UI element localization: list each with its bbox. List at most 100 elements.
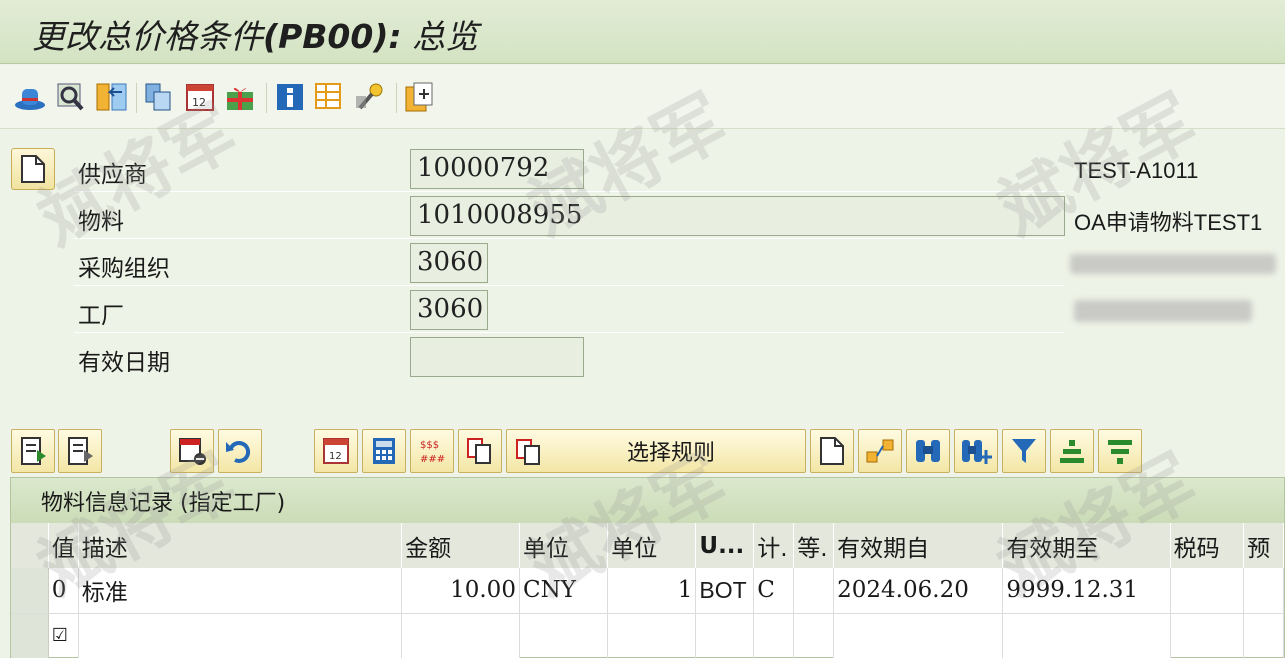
cell-description[interactable] [78,613,403,658]
select-rule-label: 选择规则 [626,441,715,466]
calendar-icon[interactable]: 12 [184,81,216,113]
cell-valid-to[interactable]: 9999.12.31 [1002,568,1171,614]
filter-button[interactable] [1002,429,1046,473]
column-header[interactable]: 金额 [401,523,520,568]
table-icon[interactable] [314,81,346,113]
svg-text:$$$: $$$ [420,440,439,451]
page-title-main: 更改总价格条件 [32,17,263,56]
column-header[interactable]: 单位 [519,523,609,568]
price-scale-icon: $$$ ### [420,440,445,465]
hat-icon[interactable] [14,81,46,113]
svg-text:12: 12 [329,451,342,462]
hierarchy-button[interactable] [858,429,902,473]
new-document-icon [820,437,844,465]
column-header[interactable]: 计. [753,523,795,568]
cell-scale[interactable] [793,568,835,614]
cell-currency[interactable]: CNY [519,568,609,614]
select-rule-button[interactable]: 选择规则 [506,429,806,473]
material-description: OA申请物料TEST1 [1074,210,1263,235]
info-icon[interactable] [274,81,306,113]
cell-scale[interactable] [793,613,835,658]
table-header-row: 值 描述 金额 单位 单位 U... 计. 等. 有效期自 有效期至 税码 预 [11,523,1284,568]
calculator-button[interactable] [362,429,406,473]
calendar-icon: 12 [323,438,349,464]
page-title-suffix: 总览 [412,17,479,56]
sort-desc-button[interactable] [1098,429,1142,473]
cell-uom[interactable]: BOT [695,568,755,614]
field-label-plant: 工厂 [74,289,1064,333]
cell-amount[interactable] [401,613,520,658]
cell-valid-from[interactable]: 2024.06.20 [833,568,1004,614]
grid-panel: 物料信息记录 (指定工厂) 值 描述 金额 单位 单位 U... 计. 等. 有… [10,477,1285,658]
grid-title: 物料信息记录 (指定工厂) [11,478,1284,523]
page-title: 更改总价格条件(PB00): 总览 [32,10,478,58]
new-button[interactable] [810,429,854,473]
column-header[interactable]: 单位 [607,523,697,568]
calendar-button[interactable]: 12 [314,429,358,473]
svg-text:###: ### [420,454,445,465]
delete-row-button[interactable] [170,429,214,473]
find-button[interactable] [906,429,950,473]
row-selector[interactable] [11,568,49,614]
cell-per[interactable]: 1 [607,568,697,614]
binoculars-icon [916,440,940,462]
column-header[interactable]: 有效期自 [833,523,1004,568]
column-header[interactable]: 有效期至 [1002,523,1171,568]
toolbar-separator [266,83,267,113]
cell-per[interactable] [607,613,697,658]
gift-icon[interactable] [224,81,256,113]
cell-description[interactable]: 标准 [78,568,403,614]
detail-button-2[interactable] [58,429,102,473]
sort-icon [1060,440,1084,463]
copy-icon [516,439,540,465]
svg-text:12: 12 [192,96,206,109]
cell-value-flag[interactable]: 0 [48,568,79,614]
column-header[interactable]: 税码 [1170,523,1245,568]
plant-description [1074,300,1252,322]
column-header[interactable]: 等. [793,523,835,568]
cell-valid-to[interactable] [1002,613,1171,658]
cell-tax-code[interactable] [1170,568,1245,614]
vendor-input[interactable]: 10000792 [410,149,584,189]
title-bar: 更改总价格条件(PB00): 总览 [0,0,1285,64]
undo-icon [226,440,251,463]
row-selector[interactable] [11,613,49,658]
column-header[interactable]: 值 [48,523,79,568]
document-button[interactable] [11,148,55,190]
material-input[interactable]: 1010008955 [410,196,1065,236]
detail-icon [21,437,46,465]
vendor-name: TEST-A1011 [1074,158,1199,183]
cell-pre[interactable] [1243,613,1284,658]
column-header[interactable]: U... [695,523,755,568]
table-row: ☑ [11,613,1284,658]
grid-toolbar: 12 $$$ ### 选择规则 [0,426,1285,476]
row-selector-header[interactable] [11,523,49,568]
detail-button[interactable] [11,429,55,473]
copy-icon[interactable] [144,81,176,113]
cell-currency[interactable] [519,613,609,658]
purch-org-input[interactable]: 3060 [410,243,488,283]
valid-date-input[interactable] [410,337,584,377]
paste-icon[interactable] [404,81,436,113]
delete-row-icon [179,438,206,465]
cell-amount[interactable]: 10.00 [401,568,520,614]
sort-button[interactable] [1050,429,1094,473]
cell-pre[interactable] [1243,568,1284,614]
key-icon[interactable] [354,81,386,113]
plant-input[interactable]: 3060 [410,290,488,330]
cell-valid-from[interactable] [833,613,1004,658]
search-icon[interactable] [56,81,88,113]
price-scale-button[interactable]: $$$ ### [410,429,454,473]
column-header[interactable]: 预 [1243,523,1284,568]
checkbox-cell[interactable]: ☑ [48,613,79,658]
cell-tax-code[interactable] [1170,613,1245,658]
find-next-button[interactable] [954,429,998,473]
return-icon[interactable] [96,81,128,113]
copy-button[interactable] [458,429,502,473]
cell-calc-type[interactable]: C [753,568,795,614]
cell-uom[interactable] [695,613,755,658]
calculator-icon [373,438,395,464]
cell-calc-type[interactable] [753,613,795,658]
undo-button[interactable] [218,429,262,473]
column-header[interactable]: 描述 [78,523,403,568]
